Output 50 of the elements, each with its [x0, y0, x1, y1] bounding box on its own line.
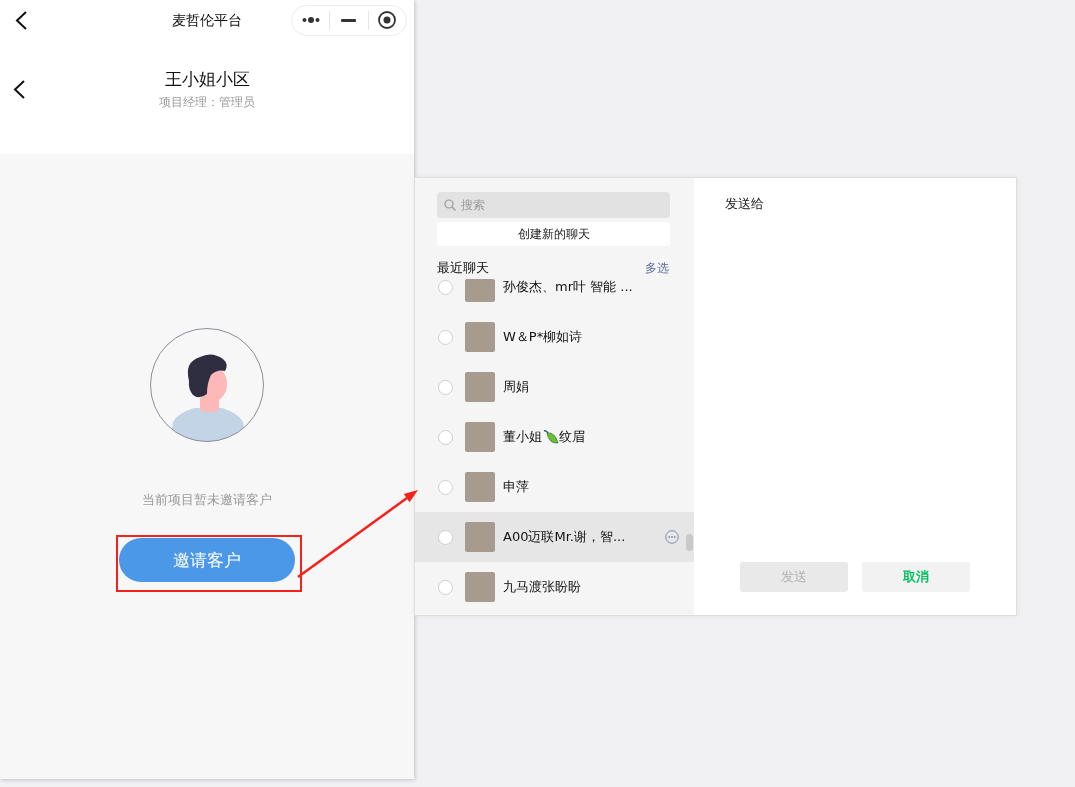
radio-button[interactable]: [438, 579, 453, 595]
chat-name: 孙俊杰、mr叶 智能 ...: [503, 279, 633, 295]
minus-icon: [341, 18, 357, 22]
project-title: 王小姐小区: [164, 68, 250, 90]
radio-button[interactable]: [438, 479, 453, 495]
chat-name: 周娟: [503, 379, 529, 395]
target-circle-icon: [378, 11, 397, 29]
project-manager-label: 项目经理：管理员: [159, 94, 255, 110]
back-chevron-icon: [13, 80, 26, 99]
send-to-label: 发送给: [725, 196, 764, 212]
chat-row[interactable]: 九马渡张盼盼: [415, 562, 694, 612]
chat-name: A00迈联Mr.谢，智...: [503, 529, 626, 545]
multi-select-link[interactable]: 多选: [645, 260, 669, 276]
search-field[interactable]: 搜索: [437, 192, 670, 218]
chat-name: 申萍: [503, 479, 529, 495]
photo-placeholder: [465, 522, 495, 552]
photo-placeholder: [465, 422, 495, 452]
section-title: 最近聊天: [437, 260, 489, 276]
back-button[interactable]: [13, 80, 26, 99]
photo-placeholder: [465, 279, 495, 302]
chat-name: 纹眉: [559, 429, 585, 445]
more-dots-icon: [301, 17, 320, 23]
chat-name: 九马渡张盼盼: [503, 579, 581, 595]
app-title: 麦哲伦平台: [172, 11, 242, 29]
more-button[interactable]: [665, 530, 679, 544]
photo-placeholder: [465, 372, 495, 402]
photo-placeholder: [465, 572, 495, 602]
create-chat-button[interactable]: 创建新的聊天: [437, 222, 670, 246]
chat-name: W＆P*柳如诗: [503, 329, 583, 345]
radio-button[interactable]: [438, 280, 453, 295]
chat-row[interactable]: 申萍: [415, 462, 694, 512]
scrollbar-thumb[interactable]: [686, 534, 693, 551]
back-button[interactable]: [15, 10, 28, 30]
chat-row[interactable]: 周娟: [415, 362, 694, 412]
leaf-icon: [542, 429, 559, 445]
radio-button[interactable]: [438, 529, 453, 545]
back-chevron-icon: [15, 10, 28, 30]
ellipsis-circle-icon: [665, 530, 679, 544]
photo-placeholder: [465, 472, 495, 502]
search-icon: [444, 199, 456, 211]
photo-placeholder: [465, 322, 495, 352]
chat-name: 董小姐: [503, 429, 542, 445]
chat-row[interactable]: 孙俊杰、mr叶 智能 ...: [415, 279, 694, 312]
empty-state-message: 当前项目暂未邀请客户: [142, 491, 272, 509]
radio-button[interactable]: [438, 429, 453, 445]
chat-row[interactable]: 董小姐 纹眉: [415, 412, 694, 462]
radio-button[interactable]: [438, 329, 453, 345]
radio-button[interactable]: [438, 379, 453, 395]
chat-row[interactable]: W＆P*柳如诗: [415, 312, 694, 362]
chat-row[interactable]: A00迈联Mr.谢，智...: [415, 512, 694, 562]
